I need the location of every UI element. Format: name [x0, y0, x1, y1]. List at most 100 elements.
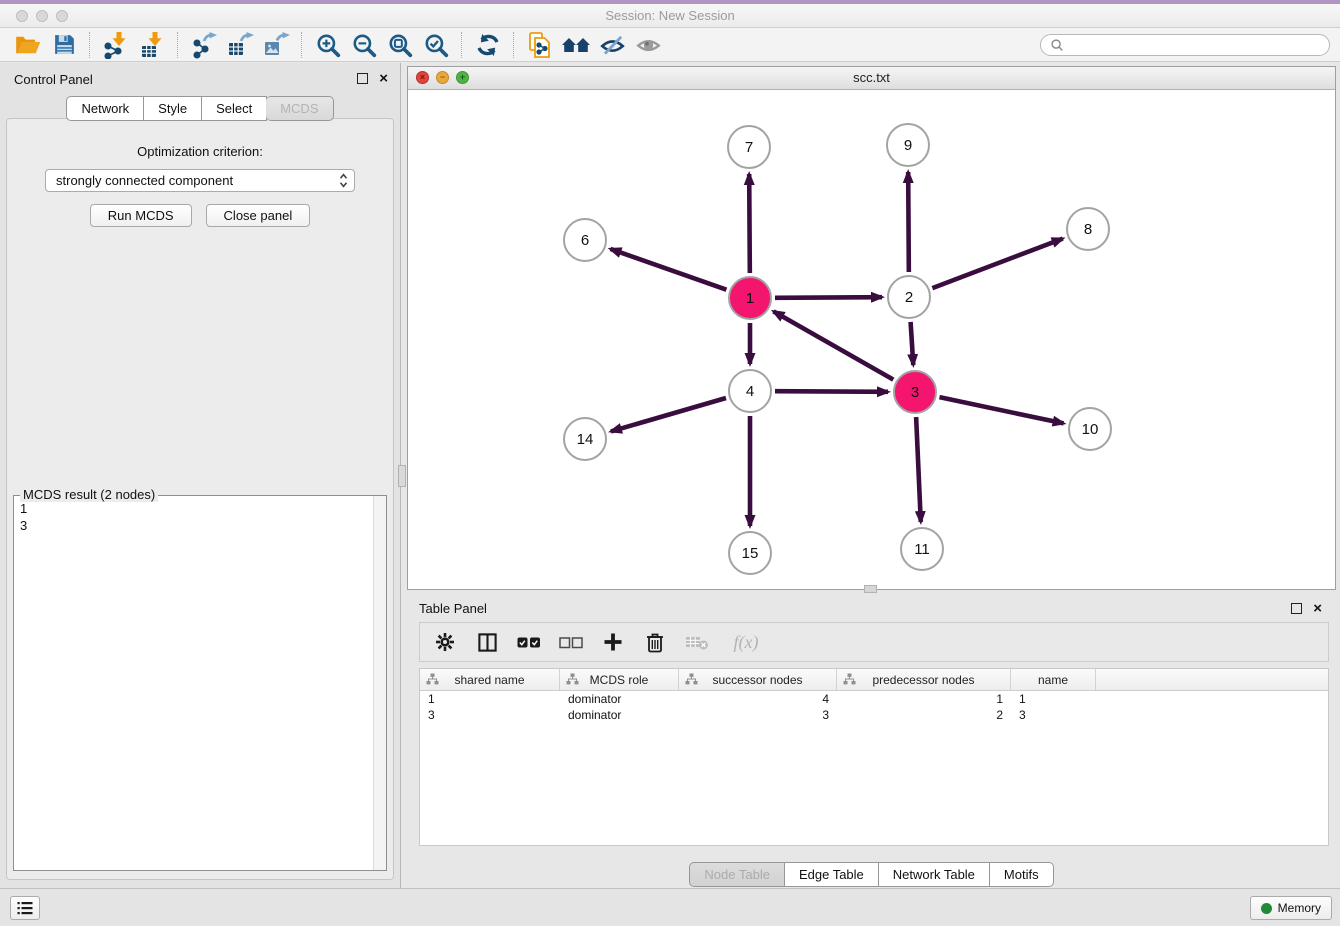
export-network-button[interactable]	[186, 30, 222, 60]
vertical-splitter-handle[interactable]	[398, 465, 406, 487]
unchecked-boxes-icon	[559, 636, 583, 649]
minimize-window-button[interactable]	[36, 10, 48, 22]
tab-network-table[interactable]: Network Table	[879, 862, 990, 887]
edge-3-10[interactable]	[939, 397, 1063, 423]
tab-style[interactable]: Style	[144, 96, 202, 121]
tab-mcds[interactable]: MCDS	[266, 96, 333, 121]
float-table-panel-icon[interactable]	[1291, 603, 1302, 614]
tab-network[interactable]: Network	[66, 96, 144, 121]
column-header-predecessor-nodes[interactable]: predecessor nodes	[837, 669, 1011, 690]
zoom-selected-icon	[423, 32, 449, 58]
network-window-title: scc.txt	[408, 67, 1335, 88]
column-header-name[interactable]: name	[1011, 669, 1096, 690]
show-column-panel-button[interactable]	[474, 629, 500, 655]
close-table-panel-icon[interactable]: ×	[1313, 601, 1322, 616]
table-cell[interactable]: 3	[679, 707, 837, 723]
edge-4-14[interactable]	[611, 398, 726, 431]
table-row[interactable]: 1dominator411	[420, 691, 1328, 707]
clone-network-button[interactable]	[522, 30, 558, 60]
zoom-in-button[interactable]	[310, 30, 346, 60]
column-header-shared-name[interactable]: shared name	[420, 669, 560, 690]
memory-button[interactable]: Memory	[1250, 896, 1332, 920]
main-titlebar[interactable]: Session: New Session	[0, 4, 1340, 28]
network-window-titlebar[interactable]: × − + scc.txt	[408, 67, 1335, 90]
open-file-button[interactable]	[10, 30, 46, 60]
export-image-icon	[262, 31, 290, 59]
edge-1-2[interactable]	[775, 297, 882, 298]
close-panel-button[interactable]: Close panel	[206, 204, 311, 227]
zoom-window-button[interactable]	[56, 10, 68, 22]
toolbar-separator	[513, 32, 515, 58]
export-image-button[interactable]	[258, 30, 294, 60]
edge-2-9[interactable]	[908, 172, 909, 272]
unselect-all-columns-button[interactable]	[558, 629, 584, 655]
edge-1-6[interactable]	[610, 249, 726, 290]
edge-3-1[interactable]	[773, 311, 893, 379]
column-header-mcds-role[interactable]: MCDS role	[560, 669, 679, 690]
combo-stepper-icon	[339, 173, 348, 188]
toolbar-separator	[301, 32, 303, 58]
table-settings-button[interactable]	[432, 629, 458, 655]
network-minimize-button[interactable]: −	[436, 71, 449, 84]
zoom-fit-button[interactable]	[382, 30, 418, 60]
tab-edge-table[interactable]: Edge Table	[785, 862, 879, 887]
table-cell[interactable]: 3	[1011, 707, 1096, 723]
table-cell[interactable]: dominator	[560, 707, 679, 723]
graph-node-label-1: 1	[746, 290, 754, 307]
network-zoom-button[interactable]: +	[456, 71, 469, 84]
search-icon	[1049, 37, 1065, 53]
create-column-button[interactable]	[600, 629, 626, 655]
task-history-button[interactable]	[10, 896, 40, 920]
delete-column-button[interactable]	[642, 629, 668, 655]
houses-icon	[561, 32, 591, 58]
table-cell[interactable]: 1	[1011, 691, 1096, 707]
refresh-button[interactable]	[470, 30, 506, 60]
import-network-icon	[102, 31, 130, 59]
float-panel-icon[interactable]	[357, 73, 368, 84]
graph-node-label-14: 14	[577, 431, 594, 448]
select-all-columns-button[interactable]	[516, 629, 542, 655]
network-graph-canvas[interactable]: 7968124314101511	[408, 90, 1335, 590]
horizontal-splitter-handle[interactable]	[864, 585, 877, 593]
tree-icon	[843, 673, 856, 685]
tab-motifs[interactable]: Motifs	[990, 862, 1054, 887]
mcds-result-text[interactable]: 1 3	[20, 500, 368, 868]
network-close-button[interactable]: ×	[416, 71, 429, 84]
zoom-selected-button[interactable]	[418, 30, 454, 60]
search-box[interactable]	[1040, 34, 1330, 56]
node-table[interactable]: shared name MCDS role	[419, 668, 1329, 846]
edge-2-3[interactable]	[911, 322, 914, 365]
control-panel: Control Panel × Network Style Select MCD…	[0, 63, 401, 888]
zoom-out-button[interactable]	[346, 30, 382, 60]
tab-select[interactable]: Select	[202, 96, 267, 121]
edge-3-11[interactable]	[916, 417, 921, 522]
table-row[interactable]: 3dominator323	[420, 707, 1328, 723]
edge-1-7[interactable]	[749, 174, 750, 273]
export-table-button[interactable]	[222, 30, 258, 60]
run-mcds-button[interactable]: Run MCDS	[90, 204, 192, 227]
tab-node-table[interactable]: Node Table	[689, 862, 785, 887]
import-network-button[interactable]	[98, 30, 134, 60]
table-cell[interactable]: dominator	[560, 691, 679, 707]
table-cell[interactable]: 1	[420, 691, 560, 707]
search-input[interactable]	[1070, 37, 1321, 53]
edge-4-3[interactable]	[775, 391, 888, 392]
table-cell[interactable]: 2	[837, 707, 1011, 723]
show-all-button[interactable]	[630, 30, 666, 60]
table-cell[interactable]: 4	[679, 691, 837, 707]
edge-2-8[interactable]	[932, 239, 1062, 289]
close-panel-icon[interactable]: ×	[379, 71, 388, 86]
hide-selected-button[interactable]	[594, 30, 630, 60]
first-neighbors-button[interactable]	[558, 30, 594, 60]
graph-node-label-10: 10	[1082, 421, 1099, 438]
table-cell[interactable]: 3	[420, 707, 560, 723]
column-header-successor-nodes[interactable]: successor nodes	[679, 669, 837, 690]
save-session-button[interactable]	[46, 30, 82, 60]
table-cell[interactable]: 1	[837, 691, 1011, 707]
close-window-button[interactable]	[16, 10, 28, 22]
result-scrollbar[interactable]	[373, 496, 386, 870]
export-network-icon	[190, 31, 218, 59]
optimization-criterion-select[interactable]: strongly connected component	[45, 169, 355, 192]
zoom-in-icon	[315, 32, 341, 58]
import-table-button[interactable]	[134, 30, 170, 60]
